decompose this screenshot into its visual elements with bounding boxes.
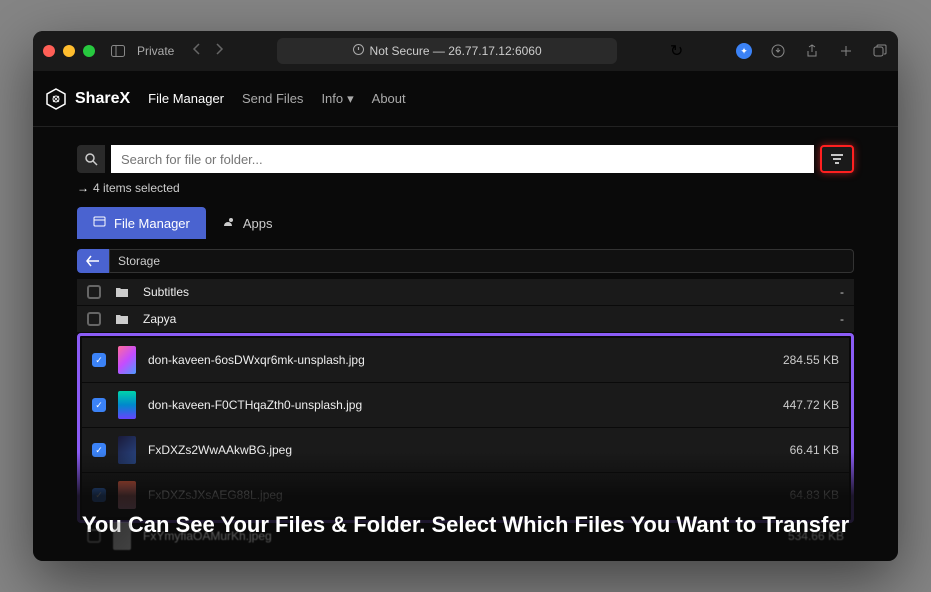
app-header: ShareX File Manager Send Files Info ▾ Ab…	[33, 71, 898, 127]
path-input[interactable]	[109, 249, 854, 273]
sidebar-toggle-icon[interactable]	[111, 45, 125, 57]
nav-file-manager[interactable]: File Manager	[148, 91, 224, 107]
file-name: don-kaveen-6osDWxqr6mk-unsplash.jpg	[148, 353, 771, 367]
file-name: FxDXZsJXsAEG88L.jpeg	[148, 488, 778, 502]
file-size: 534.66 KB	[788, 529, 844, 543]
share-icon[interactable]	[804, 43, 820, 59]
address-text: Not Secure — 26.77.17.12:6060	[370, 44, 542, 58]
chevron-down-icon: ▾	[347, 91, 354, 107]
browser-titlebar: Private Not Secure — 26.77.17.12:6060 ↻ …	[33, 31, 898, 71]
folder-tree-icon	[93, 215, 106, 231]
tab-apps[interactable]: Apps	[206, 207, 289, 239]
browser-back-button[interactable]	[192, 42, 202, 60]
folder-row[interactable]: Zapya -	[77, 306, 854, 332]
selected-files-highlight: ✓ don-kaveen-6osDWxqr6mk-unsplash.jpg 28…	[77, 333, 854, 523]
folder-icon	[113, 286, 131, 298]
file-row[interactable]: ✓ don-kaveen-6osDWxqr6mk-unsplash.jpg 28…	[82, 338, 849, 382]
close-window-button[interactable]	[43, 45, 55, 57]
privacy-shield-icon[interactable]: ✦	[736, 43, 752, 59]
not-secure-icon	[353, 44, 364, 58]
row-checkbox[interactable]	[87, 529, 101, 543]
file-row[interactable]: ✓ don-kaveen-F0CTHqaZth0-unsplash.jpg 44…	[82, 383, 849, 427]
file-thumbnail	[113, 522, 131, 550]
selection-count-label: 4 items selected	[93, 181, 180, 195]
file-size: 447.72 KB	[783, 398, 839, 412]
nav-send-files[interactable]: Send Files	[242, 91, 303, 107]
row-checkbox[interactable]	[87, 312, 101, 326]
tab-file-manager[interactable]: File Manager	[77, 207, 206, 239]
tabs-overview-icon[interactable]	[872, 43, 888, 59]
app-name: ShareX	[75, 90, 130, 108]
faded-file-row: FxYmyfiaOAMurKh.jpeg 534.66 KB	[77, 516, 854, 557]
minimize-window-button[interactable]	[63, 45, 75, 57]
traffic-lights	[43, 45, 95, 57]
refresh-button[interactable]: ↻	[670, 41, 683, 61]
search-input[interactable]	[111, 145, 814, 173]
row-checkbox[interactable]: ✓	[92, 398, 106, 412]
file-row[interactable]: FxYmyfiaOAMurKh.jpeg 534.66 KB	[77, 516, 854, 556]
file-size: 64.83 KB	[790, 488, 839, 502]
file-list: Subtitles - Zapya - ✓ don-kaveen-6osDWxq…	[77, 279, 854, 523]
private-mode-label: Private	[137, 44, 174, 58]
file-name: don-kaveen-F0CTHqaZth0-unsplash.jpg	[148, 398, 771, 412]
file-name: FxDXZs2WwAAkwBG.jpeg	[148, 443, 778, 457]
file-thumbnail	[118, 436, 136, 464]
tab-apps-label: Apps	[243, 216, 273, 231]
selection-status: → 4 items selected	[77, 181, 854, 195]
browser-forward-button[interactable]	[214, 42, 224, 60]
logo-icon	[45, 88, 67, 110]
folder-icon	[113, 313, 131, 325]
file-row[interactable]: ✓ FxDXZs2WwAAkwBG.jpeg 66.41 KB	[82, 428, 849, 472]
file-name: FxYmyfiaOAMurKh.jpeg	[143, 529, 776, 543]
main-content: → 4 items selected File Manager Apps	[33, 127, 898, 561]
menu-button[interactable]	[820, 145, 854, 173]
folder-size: -	[840, 312, 844, 326]
file-size: 284.55 KB	[783, 353, 839, 367]
main-nav: File Manager Send Files Info ▾ About	[148, 91, 406, 107]
row-checkbox[interactable]: ✓	[92, 443, 106, 457]
nav-info-label: Info	[321, 91, 343, 106]
folder-name: Subtitles	[143, 285, 828, 299]
app-logo[interactable]: ShareX	[45, 88, 130, 110]
file-thumbnail	[118, 391, 136, 419]
folder-name: Zapya	[143, 312, 828, 326]
apps-icon	[222, 216, 235, 231]
nav-about[interactable]: About	[372, 91, 406, 107]
nav-info[interactable]: Info ▾	[321, 91, 353, 107]
folder-row[interactable]: Subtitles -	[77, 279, 854, 305]
file-row[interactable]: ✓ FxDXZsJXsAEG88L.jpeg 64.83 KB	[82, 473, 849, 517]
view-tabs: File Manager Apps	[77, 207, 854, 239]
row-checkbox[interactable]	[87, 285, 101, 299]
arrow-right-icon: →	[77, 181, 89, 195]
row-checkbox[interactable]: ✓	[92, 353, 106, 367]
maximize-window-button[interactable]	[83, 45, 95, 57]
tab-file-manager-label: File Manager	[114, 216, 190, 231]
address-bar[interactable]: Not Secure — 26.77.17.12:6060	[277, 38, 617, 64]
file-thumbnail	[118, 481, 136, 509]
search-icon	[77, 145, 105, 173]
folder-size: -	[840, 285, 844, 299]
browser-window: Private Not Secure — 26.77.17.12:6060 ↻ …	[33, 31, 898, 561]
new-tab-icon[interactable]	[838, 43, 854, 59]
path-back-button[interactable]	[77, 249, 109, 273]
row-checkbox[interactable]: ✓	[92, 488, 106, 502]
file-size: 66.41 KB	[790, 443, 839, 457]
downloads-icon[interactable]	[770, 43, 786, 59]
file-thumbnail	[118, 346, 136, 374]
